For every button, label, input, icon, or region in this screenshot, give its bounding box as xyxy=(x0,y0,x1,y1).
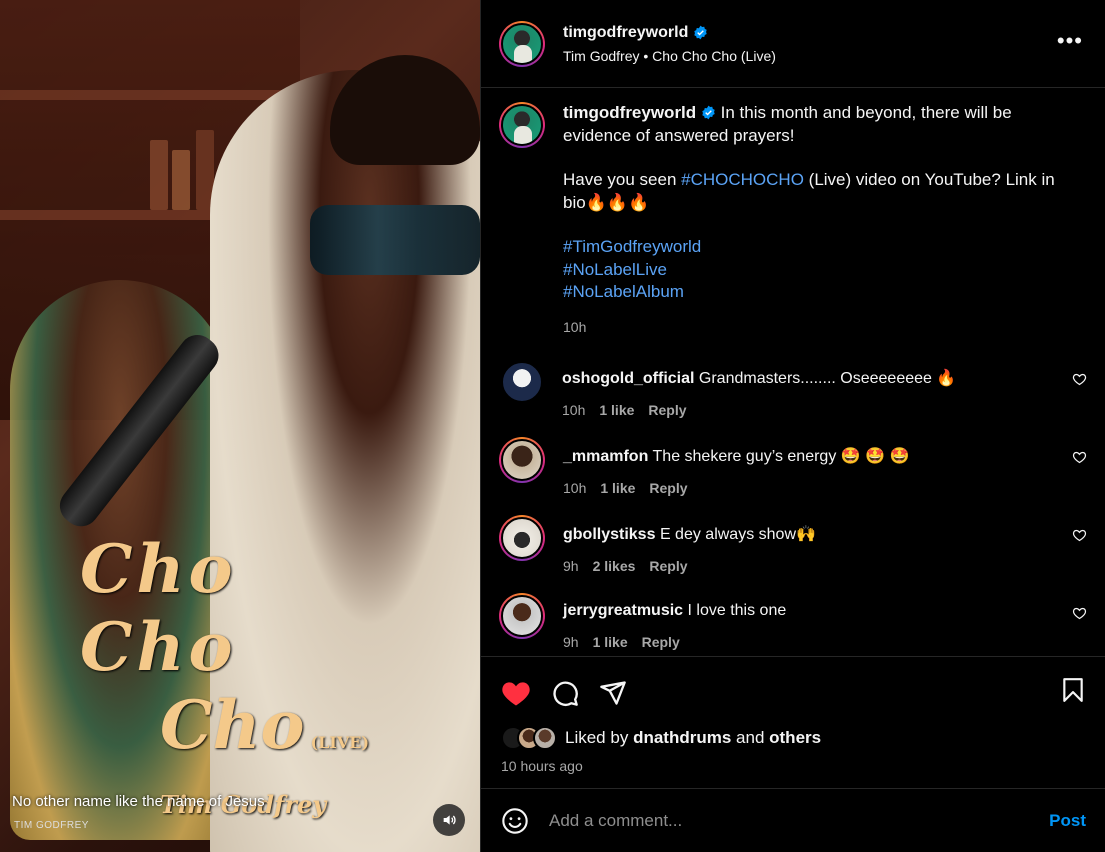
comment-item: oshogold_official Grandmasters........ O… xyxy=(481,359,1105,418)
heart-outline-icon[interactable] xyxy=(1072,372,1087,387)
verified-badge-icon xyxy=(702,105,715,120)
hashtag-link[interactable]: #CHOCHOCHO xyxy=(681,170,804,189)
comment-time[interactable]: 9h xyxy=(563,634,579,650)
post-caption: timgodfreyworld In this month and beyond… xyxy=(481,88,1105,338)
post-actions: Liked by dnathdrums and others 10 hours … xyxy=(481,656,1105,788)
comment-item: gbollystikss E dey always show🙌 9h 2 like… xyxy=(481,515,1105,574)
likes-others-link[interactable]: others xyxy=(769,728,821,747)
comment-username[interactable]: oshogold_official xyxy=(562,370,694,387)
comment-item: jerrygreatmusic I love this one 9h 1 like… xyxy=(481,593,1105,650)
comments-section[interactable]: timgodfreyworld In this month and beyond… xyxy=(481,88,1105,656)
comment-time[interactable]: 10h xyxy=(563,480,586,496)
post-video[interactable]: Cho Cho Cho (LIVE) Tim Godfrey No other n… xyxy=(0,0,480,852)
author-username[interactable]: timgodfreyworld xyxy=(563,24,688,42)
comment-time[interactable]: 9h xyxy=(563,558,579,574)
avatar[interactable] xyxy=(499,515,545,561)
share-send-icon[interactable] xyxy=(599,679,627,707)
comment-username[interactable]: jerrygreatmusic xyxy=(563,602,683,619)
speaker-icon xyxy=(443,815,456,825)
mute-toggle-button[interactable] xyxy=(433,804,465,836)
heart-outline-icon[interactable] xyxy=(1072,528,1087,543)
comment-likes[interactable]: 1 like xyxy=(600,480,635,496)
sunglasses xyxy=(310,205,480,275)
likes-summary: Liked by dnathdrums and others xyxy=(481,709,1105,750)
post-timestamp[interactable]: 10 hours ago xyxy=(481,750,1105,774)
audio-subtitle[interactable]: Tim Godfrey • Cho Cho Cho (Live) xyxy=(563,48,776,64)
avatar[interactable] xyxy=(500,360,544,404)
video-title-overlay: Cho Cho Cho (LIVE) Tim Godfrey xyxy=(80,530,370,819)
reply-button[interactable]: Reply xyxy=(649,480,687,496)
comment-item: _mmamfon The shekere guy’s energy 🤩 🤩 🤩 … xyxy=(481,437,1105,496)
avatar[interactable] xyxy=(499,437,545,483)
comment-likes[interactable]: 2 likes xyxy=(593,558,636,574)
heart-outline-icon[interactable] xyxy=(1072,450,1087,465)
avatar[interactable] xyxy=(499,102,545,148)
post-detail-panel: timgodfreyworld Tim Godfrey • Cho Cho Ch… xyxy=(480,0,1105,852)
comment-icon[interactable] xyxy=(551,679,579,707)
avatar[interactable] xyxy=(533,726,557,750)
add-comment-bar: Post xyxy=(481,788,1105,852)
more-options-icon[interactable]: ••• xyxy=(1057,30,1083,52)
comment-time[interactable]: 10h xyxy=(562,402,585,418)
bookmark-icon[interactable] xyxy=(1060,676,1086,704)
video-caption-credit: TIM GODFREY xyxy=(14,820,89,831)
post-header: timgodfreyworld Tim Godfrey • Cho Cho Ch… xyxy=(481,0,1105,88)
comment-username[interactable]: gbollystikss xyxy=(563,526,655,543)
hashtag-link[interactable]: #TimGodfreyworld xyxy=(563,236,1063,259)
avatar[interactable] xyxy=(499,593,545,639)
comment-input[interactable] xyxy=(549,810,1029,831)
reply-button[interactable]: Reply xyxy=(649,558,687,574)
comment-likes[interactable]: 1 like xyxy=(593,634,628,650)
caption-timestamp[interactable]: 10h xyxy=(563,316,1063,339)
comment-username[interactable]: _mmamfon xyxy=(563,448,648,465)
post-comment-button[interactable]: Post xyxy=(1049,811,1086,831)
reply-button[interactable]: Reply xyxy=(648,402,686,418)
video-caption: No other name like the name of Jesus xyxy=(12,793,265,810)
avatar[interactable] xyxy=(499,20,545,67)
hashtag-link[interactable]: #NoLabelAlbum xyxy=(563,281,1063,304)
heart-outline-icon[interactable] xyxy=(1072,606,1087,621)
reply-button[interactable]: Reply xyxy=(642,634,680,650)
caption-username[interactable]: timgodfreyworld xyxy=(563,103,696,122)
hashtag-link[interactable]: #NoLabelLive xyxy=(563,259,1063,282)
like-heart-filled-icon[interactable] xyxy=(501,679,531,707)
emoji-icon[interactable] xyxy=(501,807,529,835)
verified-badge-icon xyxy=(694,25,708,40)
liker-username[interactable]: dnathdrums xyxy=(633,728,731,747)
comment-likes[interactable]: 1 like xyxy=(599,402,634,418)
